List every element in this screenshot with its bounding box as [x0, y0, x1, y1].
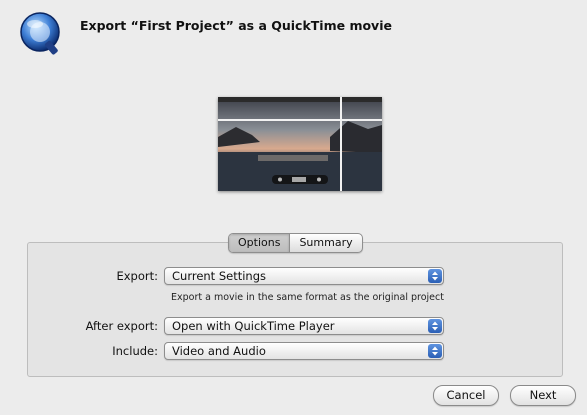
- tab-summary[interactable]: Summary: [290, 234, 361, 252]
- export-popup-value: Current Settings: [172, 269, 267, 283]
- after-export-label: After export:: [85, 319, 158, 333]
- include-popup[interactable]: Video and Audio: [164, 342, 444, 360]
- dialog-title: Export “First Project” as a QuickTime mo…: [80, 18, 392, 33]
- tab-bar: Options Summary: [228, 233, 363, 253]
- updown-arrows-icon: [428, 344, 442, 358]
- updown-arrows-icon: [428, 269, 442, 283]
- updown-arrows-icon: [428, 319, 442, 333]
- after-export-popup-value: Open with QuickTime Player: [172, 319, 335, 333]
- export-hint-text: Export a movie in the same format as the…: [171, 292, 444, 303]
- tab-options[interactable]: Options: [229, 234, 291, 252]
- after-export-popup[interactable]: Open with QuickTime Player: [164, 317, 444, 335]
- quicktime-icon: [18, 10, 66, 58]
- next-button[interactable]: Next: [510, 385, 576, 406]
- movie-preview-thumbnail: [218, 97, 382, 191]
- include-popup-value: Video and Audio: [172, 344, 266, 358]
- include-label: Include:: [112, 344, 158, 358]
- export-label: Export:: [116, 269, 158, 283]
- export-dialog: Export “First Project” as a QuickTime mo…: [0, 0, 587, 415]
- export-popup[interactable]: Current Settings: [164, 267, 444, 285]
- cancel-button[interactable]: Cancel: [433, 385, 499, 406]
